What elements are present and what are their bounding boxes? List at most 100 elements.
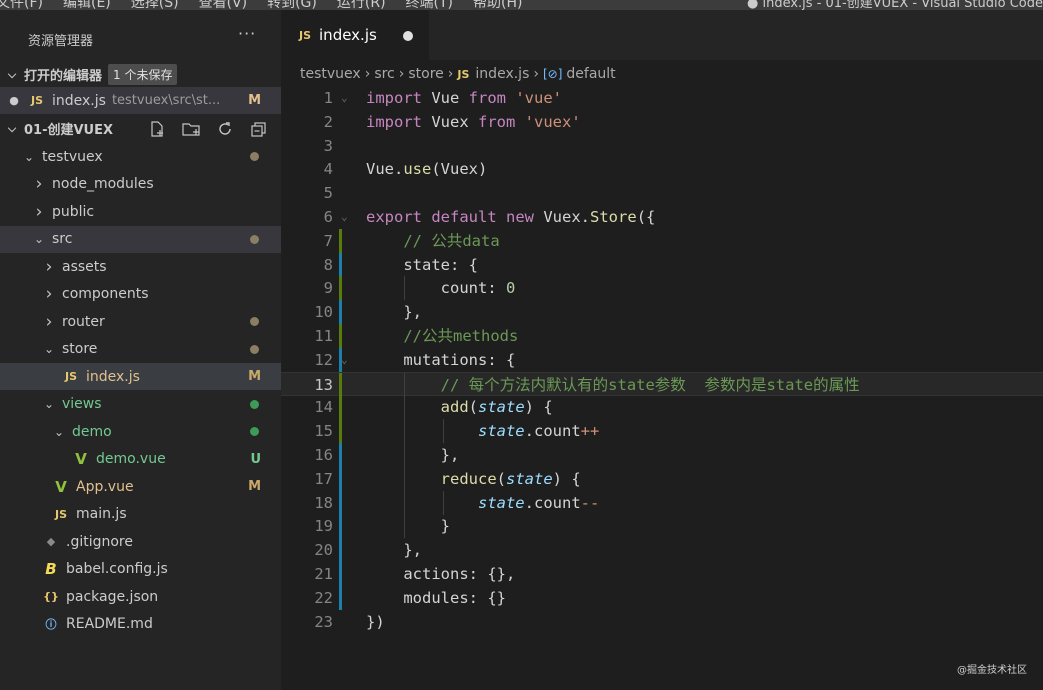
code-line[interactable]: 10 }, — [281, 300, 1043, 325]
menu-item[interactable]: 转到(G) — [267, 0, 317, 10]
unsaved-dot-icon[interactable]: ● — [0, 94, 28, 107]
code-line[interactable]: 22 modules: {} — [281, 585, 1043, 610]
code-line[interactable]: 7 // 公共data — [281, 228, 1043, 253]
line-number[interactable]: 9 — [281, 276, 333, 300]
code-line[interactable]: 21 actions: {}, — [281, 562, 1043, 586]
new-file-icon[interactable] — [146, 119, 168, 139]
code-line[interactable]: 4 Vue.use(Vuex) — [281, 157, 1043, 181]
breadcrumb-item[interactable]: testvuex — [300, 66, 361, 82]
chevron-right-icon[interactable]: › — [42, 257, 56, 277]
tree-item-readme-md[interactable]: ⓘ README.md — [0, 611, 281, 638]
refresh-icon[interactable] — [214, 119, 236, 139]
menu-item[interactable]: 帮助(H) — [473, 0, 522, 10]
breadcrumb-item[interactable]: default — [566, 66, 615, 82]
code-line[interactable]: 14 add(state) { — [281, 395, 1043, 420]
chevron-right-icon[interactable]: › — [42, 284, 56, 304]
tree-item-testvuex[interactable]: ⌄ testvuex — [0, 143, 281, 170]
line-number[interactable]: 22 — [281, 586, 333, 610]
code-line[interactable]: 9 count: 0 — [281, 276, 1043, 301]
tree-item-views[interactable]: ⌄ views — [0, 391, 281, 418]
tree-item-components[interactable]: › components — [0, 281, 281, 308]
tree-item--gitignore[interactable]: ◆ .gitignore — [0, 528, 281, 555]
code-line[interactable]: 3 — [281, 134, 1043, 158]
collapse-all-icon[interactable] — [248, 119, 270, 139]
chevron-right-icon[interactable]: › — [32, 174, 46, 194]
line-number[interactable]: 6 — [281, 205, 333, 229]
code-line[interactable]: 18 state.count-- — [281, 490, 1043, 515]
tree-item-public[interactable]: › public — [0, 198, 281, 225]
line-number[interactable]: 8 — [281, 253, 333, 277]
menu-item[interactable]: 终端(T) — [406, 0, 453, 10]
line-number[interactable]: 4 — [281, 157, 333, 181]
line-number[interactable]: 19 — [281, 514, 333, 538]
tree-item-router[interactable]: › router — [0, 308, 281, 335]
line-number[interactable]: 1 — [281, 86, 333, 110]
menu-item[interactable]: 编辑(E) — [63, 0, 111, 10]
chevron-down-icon[interactable]: ⌄ — [42, 342, 56, 356]
line-number[interactable]: 21 — [281, 562, 333, 586]
code-line[interactable]: 8 state: { — [281, 252, 1043, 277]
chevron-right-icon[interactable]: › — [32, 202, 46, 222]
menu-bar[interactable]: 文件(F) 编辑(E) 选择(S) 查看(V) 转到(G) 运行(R) 终端(T) 帮助(H) — [0, 0, 522, 10]
chevron-down-icon[interactable]: ⌄ — [32, 232, 46, 246]
line-number[interactable]: 10 — [281, 300, 333, 324]
new-folder-icon[interactable] — [180, 119, 202, 139]
fold-icon[interactable]: ⌄ — [341, 205, 348, 229]
code-line[interactable]: 11 //公共methods — [281, 324, 1043, 348]
code-line[interactable]: 6 ⌄ export default new Vuex.Store({ — [281, 205, 1043, 229]
tree-item-main-js[interactable]: JS main.js — [0, 501, 281, 528]
line-number[interactable]: 20 — [281, 538, 333, 562]
breadcrumb-item[interactable]: src — [374, 66, 394, 82]
tree-item-demo-vue[interactable]: Vdemo.vue U — [0, 446, 281, 473]
line-number[interactable]: 17 — [281, 467, 333, 491]
menu-item[interactable]: 查看(V) — [199, 0, 248, 10]
code-editor[interactable]: 1 ⌄ import Vue from 'vue' 2 import Vuex from… — [281, 86, 1043, 646]
code-line[interactable]: 23}) — [281, 610, 1043, 634]
tree-item-store[interactable]: ⌄ store — [0, 336, 281, 363]
line-number[interactable]: 16 — [281, 443, 333, 467]
code-line[interactable]: 17 reduce(state) { — [281, 466, 1043, 491]
tree-item-assets[interactable]: › assets — [0, 253, 281, 280]
line-number[interactable]: 15 — [281, 419, 333, 443]
tab-index-js[interactable]: JS index.js — [281, 10, 429, 60]
chevron-down-icon[interactable]: ⌄ — [22, 150, 36, 164]
line-number[interactable]: 7 — [281, 229, 333, 253]
code-line[interactable]: 2 import Vuex from 'vuex' — [281, 110, 1043, 134]
line-number[interactable]: 2 — [281, 110, 333, 134]
code-line[interactable]: 16 }, — [281, 443, 1043, 467]
code-line[interactable]: 12 ⌄ mutations: { — [281, 347, 1043, 372]
tree-item-demo[interactable]: ⌄ demo — [0, 418, 281, 445]
line-number[interactable]: 18 — [281, 491, 333, 515]
line-number[interactable]: 5 — [281, 181, 333, 205]
tree-item-package-json[interactable]: {} package.json — [0, 583, 281, 610]
breadcrumb-item[interactable]: index.js — [475, 66, 529, 82]
code-line[interactable]: 1 ⌄ import Vue from 'vue' — [281, 86, 1043, 110]
fold-icon[interactable]: ⌄ — [341, 348, 348, 372]
code-line[interactable]: 20 }, — [281, 538, 1043, 563]
line-number[interactable]: 14 — [281, 395, 333, 419]
menu-item[interactable]: 选择(S) — [131, 0, 179, 10]
workspace-section[interactable]: ⌵ 01-创建VUEX — [0, 116, 281, 141]
fold-icon[interactable]: ⌄ — [341, 86, 348, 110]
line-number[interactable]: 23 — [281, 610, 333, 634]
open-editor-item[interactable]: ● JS index.js testvuex\src\st... M — [0, 87, 281, 114]
menu-item[interactable]: 运行(R) — [337, 0, 386, 10]
tree-item-index-js[interactable]: JS index.js M — [0, 363, 281, 390]
tree-item-src[interactable]: ⌄ src — [0, 225, 281, 253]
line-number[interactable]: 11 — [281, 324, 333, 348]
tree-item-node-modules[interactable]: › node_modules — [0, 171, 281, 198]
chevron-down-icon[interactable]: ⌄ — [42, 397, 56, 411]
chevron-right-icon[interactable]: › — [42, 312, 56, 332]
tree-item-app-vue[interactable]: V App.vue M — [0, 473, 281, 500]
unsaved-dot-icon[interactable] — [403, 31, 413, 41]
open-editors-section[interactable]: ⌵ 打开的编辑器 1 个未保存 — [0, 62, 281, 87]
code-line[interactable]: 5 — [281, 181, 1043, 205]
line-number[interactable]: 13 — [281, 373, 333, 397]
code-line[interactable]: 13 // 每个方法内默认有的state参数 参数内是state的属性 — [281, 371, 1043, 397]
code-line[interactable]: 19 } — [281, 514, 1043, 539]
code-line[interactable]: 15 state.count++ — [281, 419, 1043, 444]
tree-item-babel-config-js[interactable]: Bbabel.config.js — [0, 556, 281, 583]
menu-item[interactable]: 文件(F) — [0, 0, 43, 10]
chevron-down-icon[interactable]: ⌄ — [52, 425, 66, 439]
more-actions-icon[interactable]: ··· — [238, 24, 256, 43]
